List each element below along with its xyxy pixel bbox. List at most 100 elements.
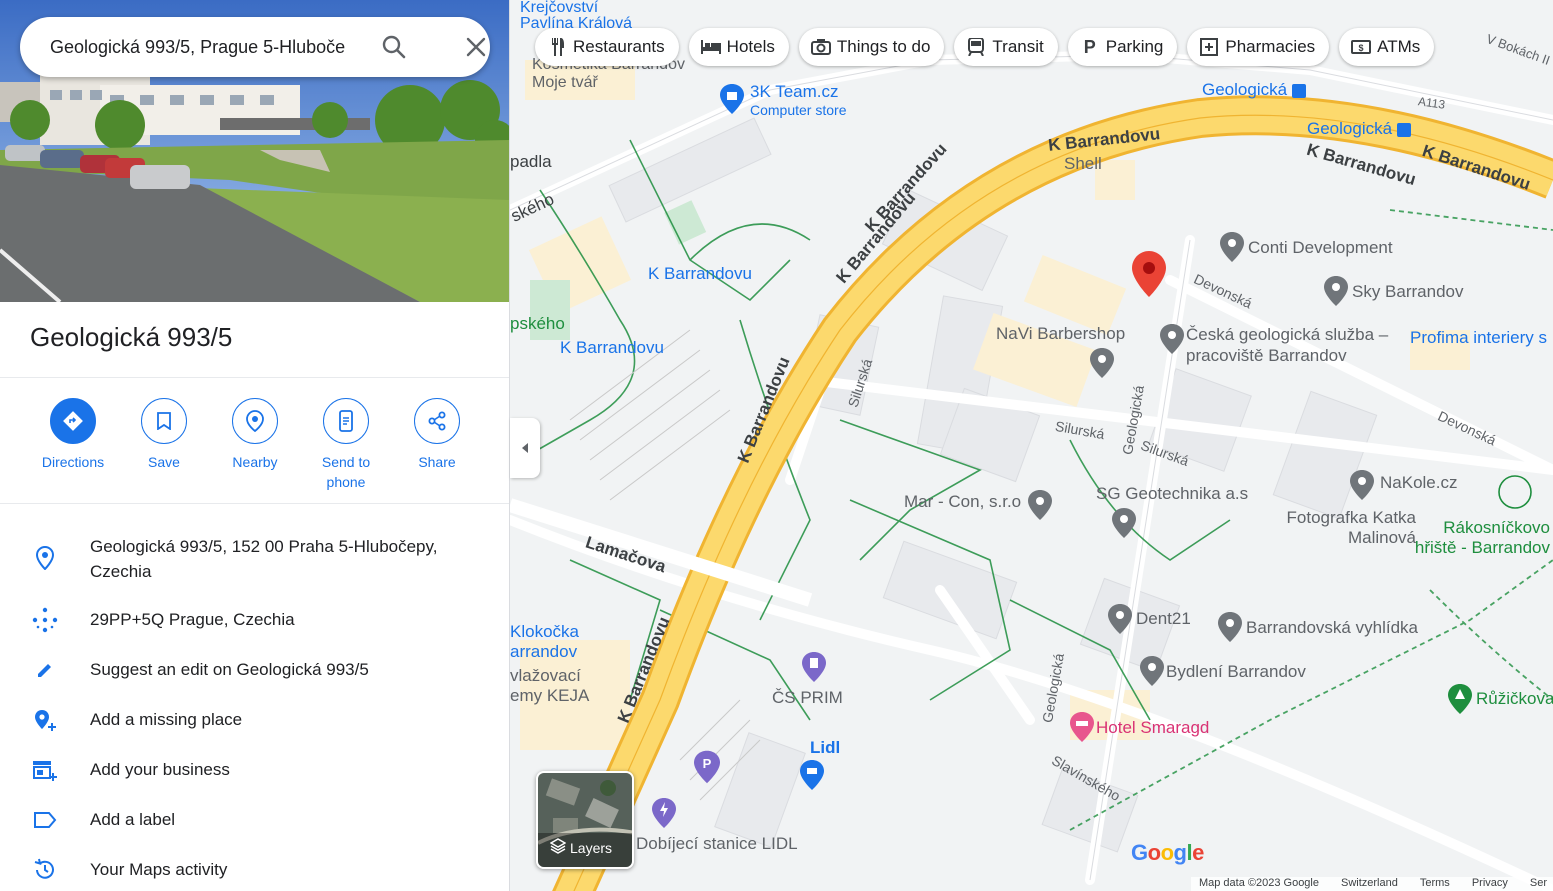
selected-location-pin[interactable] (1132, 251, 1166, 302)
search-input[interactable]: Geologická 993/5, Prague 5-Hluboče (50, 37, 360, 58)
search-box[interactable]: Geologická 993/5, Prague 5-Hluboče (20, 17, 490, 77)
poi-sky[interactable]: Sky Barrandov (1324, 276, 1464, 311)
collapse-panel-button[interactable] (510, 418, 540, 478)
poi-geologicka-stop1[interactable]: Geologická (1202, 80, 1306, 100)
page-title: Geologická 993/5 (30, 322, 233, 352)
place-pin-icon (1108, 604, 1132, 634)
poi-shell[interactable]: Shell (1064, 154, 1102, 174)
send-to-phone-button[interactable]: Send to phone (301, 398, 391, 492)
layers-button[interactable]: Layers (536, 771, 634, 869)
divider (0, 377, 509, 378)
road-label-padla: padla (510, 152, 552, 171)
privacy-link[interactable]: Privacy (1472, 877, 1508, 891)
search-icon[interactable] (380, 33, 408, 61)
directions-button[interactable]: Directions (28, 398, 118, 472)
poi-profima[interactable]: Profima interiery s (1410, 328, 1547, 348)
parking-pin-icon[interactable]: P (694, 750, 720, 789)
poi-rakosnickovo[interactable]: Rákosníčkovo hřiště - Barrandov (1404, 518, 1550, 558)
map-data-credit: Map data ©2023 Google (1198, 877, 1319, 889)
poi-3kteam[interactable]: 3K Team.cz Computer store (720, 82, 846, 119)
shopping-cart-pin-icon (800, 760, 824, 790)
poi-shell-label: Shell (1064, 154, 1102, 173)
chip-transit[interactable]: Transit (954, 28, 1058, 66)
chip-hotels-label: Hotels (726, 37, 775, 56)
svg-text:P: P (703, 756, 712, 771)
chip-parking[interactable]: P Parking (1067, 28, 1178, 66)
poi-dent21[interactable]: Dent21 (1108, 604, 1191, 639)
chip-atms-label: ATMs (1377, 37, 1421, 56)
poi-vlazovaci[interactable]: vlažovací emy KEJA (510, 666, 590, 706)
poi-vyhlidka-label: Barrandovská vyhlídka (1246, 618, 1418, 637)
poi-bydleni[interactable]: Bydlení Barrandov (1140, 656, 1306, 691)
poi-cgs-label: Česká geologická služba – pracoviště Bar… (1186, 325, 1389, 365)
poi-hotel[interactable]: Hotel Smaragd (1070, 712, 1209, 747)
poi-klokocka[interactable]: Klokočka arrandov (510, 622, 585, 662)
poi-sggeo[interactable]: SG Geotechnika a.s (1096, 484, 1249, 538)
map-canvas[interactable]: K Barrandovu K Barrandovu K Barrandovu K… (510, 0, 1553, 891)
terms-link[interactable]: Terms (1420, 877, 1450, 891)
poi-fotografka[interactable]: Fotografka Katka Malinová (1266, 508, 1416, 548)
phone-icon (323, 398, 369, 444)
directions-label: Directions (41, 454, 105, 470)
atm-icon: $ (1351, 37, 1372, 57)
chip-pharmacies-label: Pharmacies (1225, 37, 1316, 56)
poi-nakole-label: NaKole.cz (1380, 473, 1458, 492)
poi-vyhlidka[interactable]: Barrandovská vyhlídka (1218, 612, 1418, 647)
add-label-text: Add a label (90, 810, 176, 829)
road-label-pskeho: pského (510, 314, 565, 333)
address-text: Geologická 993/5, 152 00 Praha 5-Hluboče… (90, 537, 438, 581)
add-business-row[interactable]: Add your business (0, 757, 509, 785)
close-icon[interactable] (462, 33, 490, 61)
poi-nakole[interactable]: NaKole.cz (1350, 470, 1457, 505)
add-label-row[interactable]: Add a label (0, 807, 509, 835)
add-business-icon (32, 757, 58, 783)
chip-pharmacies[interactable]: Pharmacies (1187, 28, 1330, 66)
send-to-phone-label: Send to phone (321, 454, 371, 490)
save-button[interactable]: Save (119, 398, 209, 472)
layers-icon (549, 838, 567, 857)
poi-marcon[interactable]: Mar - Con, s.r.o (904, 490, 1052, 520)
plus-code-icon (32, 607, 58, 633)
poi-kbarr-stop1[interactable]: K Barrandovu (648, 264, 752, 284)
chip-restaurants-label: Restaurants (573, 37, 665, 56)
poi-geologicka-stop2-label: Geologická (1307, 119, 1393, 138)
place-pin-icon (1324, 276, 1348, 306)
chip-atms[interactable]: $ ATMs (1339, 28, 1435, 66)
place-pin-icon (1140, 656, 1164, 686)
add-missing-place-text: Add a missing place (90, 710, 243, 729)
suggest-edit-row[interactable]: Suggest an edit on Geologická 993/5 (0, 657, 509, 685)
add-location-icon (32, 707, 58, 733)
bed-icon (700, 37, 721, 57)
poi-ruzickova[interactable]: Růžičkova (1448, 684, 1553, 719)
poi-sggeo-label: SG Geotechnika a.s (1096, 484, 1249, 503)
poi-navi[interactable]: NaVi Barbershop (996, 324, 1125, 378)
chip-things-to-do-label: Things to do (836, 37, 931, 56)
maps-activity-row[interactable]: Your Maps activity (0, 857, 509, 885)
chip-things-to-do[interactable]: Things to do (798, 28, 945, 66)
add-missing-place-row[interactable]: Add a missing place (0, 707, 509, 735)
send-feedback-link[interactable]: Ser (1530, 877, 1547, 891)
chip-restaurants[interactable]: Restaurants (535, 28, 679, 66)
chip-parking-label: Parking (1105, 37, 1164, 56)
nearby-button[interactable]: Nearby (210, 398, 300, 472)
region-link[interactable]: Switzerland (1341, 877, 1398, 891)
poi-kbarr-stop2[interactable]: K Barrandovu (560, 338, 664, 358)
directions-icon (50, 398, 96, 444)
poi-marcon-label: Mar - Con, s.r.o (904, 492, 1022, 511)
chip-hotels[interactable]: Hotels (688, 28, 789, 66)
poi-profima-label: Profima interiery s (1410, 328, 1547, 347)
map-footer: Map data ©2023 Google Switzerland Terms … (1190, 877, 1553, 891)
address-row[interactable]: Geologická 993/5, 152 00 Praha 5-Hluboče… (0, 534, 509, 586)
place-pin-icon (1028, 490, 1052, 520)
place-pin-icon (1218, 612, 1242, 642)
nearby-label: Nearby (232, 454, 278, 470)
layers-text: Layers (570, 839, 613, 856)
poi-cgs[interactable]: Česká geologická služba – pracoviště Bar… (1160, 324, 1388, 365)
plus-code-text: 29PP+5Q Prague, Czechia (90, 610, 295, 629)
poi-geologicka-stop2[interactable]: Geologická (1307, 119, 1411, 139)
share-button[interactable]: Share (392, 398, 482, 472)
pencil-icon (32, 657, 58, 683)
plus-code-row[interactable]: 29PP+5Q Prague, Czechia (0, 607, 509, 635)
chip-transit-label: Transit (992, 37, 1044, 56)
poi-conti[interactable]: Conti Development (1220, 232, 1393, 267)
